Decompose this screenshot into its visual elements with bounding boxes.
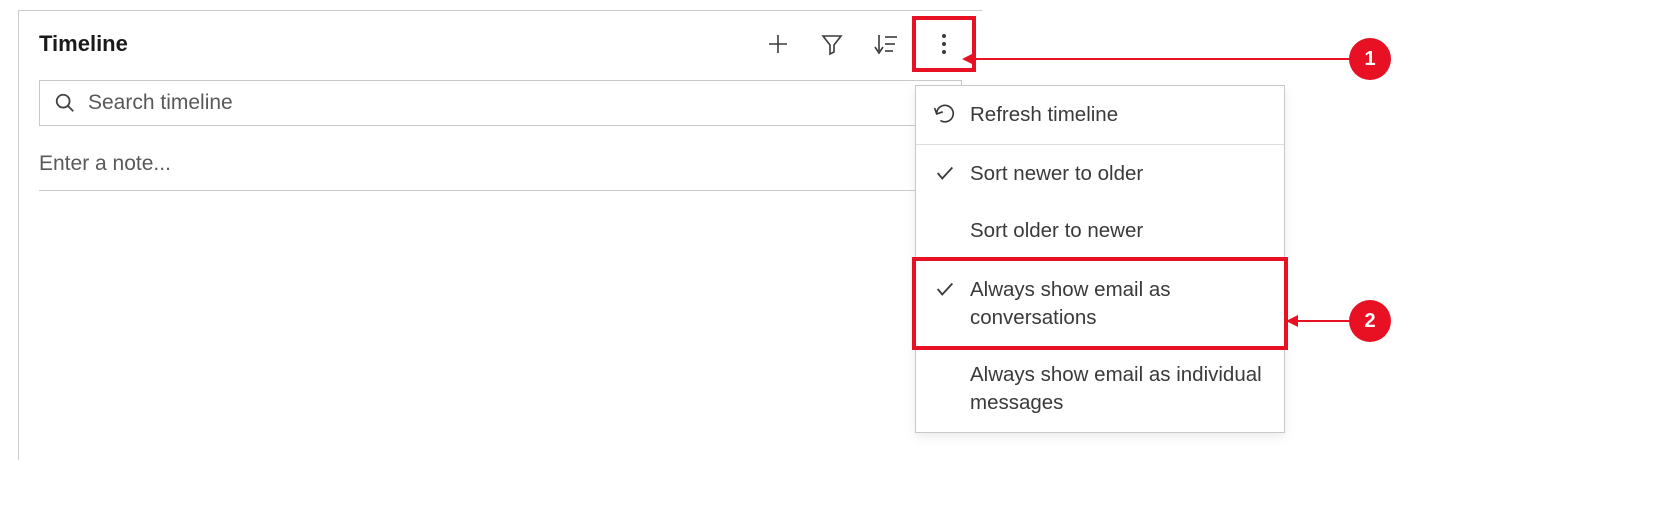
callout-2-arrow bbox=[1286, 315, 1298, 327]
search-icon bbox=[54, 92, 76, 114]
empty-icon bbox=[934, 361, 970, 363]
menu-section-refresh: Refresh timeline bbox=[916, 86, 1284, 145]
timeline-panel: Timeline Search timeline Enter a note... bbox=[18, 10, 982, 460]
sort-icon bbox=[873, 32, 899, 56]
menu-section-email: Always show email as conversations Alway… bbox=[916, 257, 1284, 432]
refresh-icon bbox=[934, 101, 970, 125]
timeline-header: Timeline bbox=[39, 26, 962, 62]
filter-icon bbox=[820, 32, 844, 56]
menu-item-label: Always show email as individual messages bbox=[970, 361, 1266, 416]
callout-badge: 2 bbox=[1349, 300, 1391, 342]
email-conversations-highlight: Always show email as conversations bbox=[912, 257, 1288, 350]
callout-1: 1 bbox=[1349, 38, 1391, 80]
menu-item-sort-newer[interactable]: Sort newer to older bbox=[916, 145, 1284, 203]
note-input[interactable]: Enter a note... bbox=[39, 146, 919, 191]
checkmark-icon bbox=[934, 160, 970, 184]
menu-item-label: Refresh timeline bbox=[970, 101, 1266, 129]
menu-item-email-conversations[interactable]: Always show email as conversations bbox=[916, 261, 1284, 346]
sort-button[interactable] bbox=[872, 30, 900, 58]
filter-button[interactable] bbox=[818, 30, 846, 58]
empty-icon bbox=[934, 217, 970, 219]
callout-1-line bbox=[972, 58, 1350, 60]
timeline-title: Timeline bbox=[39, 31, 128, 57]
callout-1-arrow bbox=[962, 53, 974, 65]
search-placeholder: Search timeline bbox=[88, 91, 233, 115]
more-button[interactable] bbox=[930, 30, 958, 58]
more-dropdown-menu: Refresh timeline Sort newer to older Sor… bbox=[915, 85, 1285, 433]
callout-2-line bbox=[1296, 320, 1350, 322]
search-input[interactable]: Search timeline bbox=[39, 80, 962, 126]
menu-item-sort-older[interactable]: Sort older to newer bbox=[916, 202, 1284, 260]
menu-item-email-individual[interactable]: Always show email as individual messages bbox=[916, 346, 1284, 431]
more-vertical-icon bbox=[940, 32, 948, 56]
add-button[interactable] bbox=[764, 30, 792, 58]
menu-item-label: Sort older to newer bbox=[970, 217, 1266, 245]
timeline-actions bbox=[764, 26, 962, 62]
menu-item-refresh[interactable]: Refresh timeline bbox=[916, 86, 1284, 144]
plus-icon bbox=[766, 32, 790, 56]
checkmark-icon bbox=[934, 276, 970, 300]
menu-item-label: Always show email as conversations bbox=[970, 276, 1266, 331]
menu-section-sort: Sort newer to older Sort older to newer bbox=[916, 145, 1284, 261]
callout-2: 2 bbox=[1349, 300, 1391, 342]
callout-badge: 1 bbox=[1349, 38, 1391, 80]
menu-item-label: Sort newer to older bbox=[970, 160, 1266, 188]
